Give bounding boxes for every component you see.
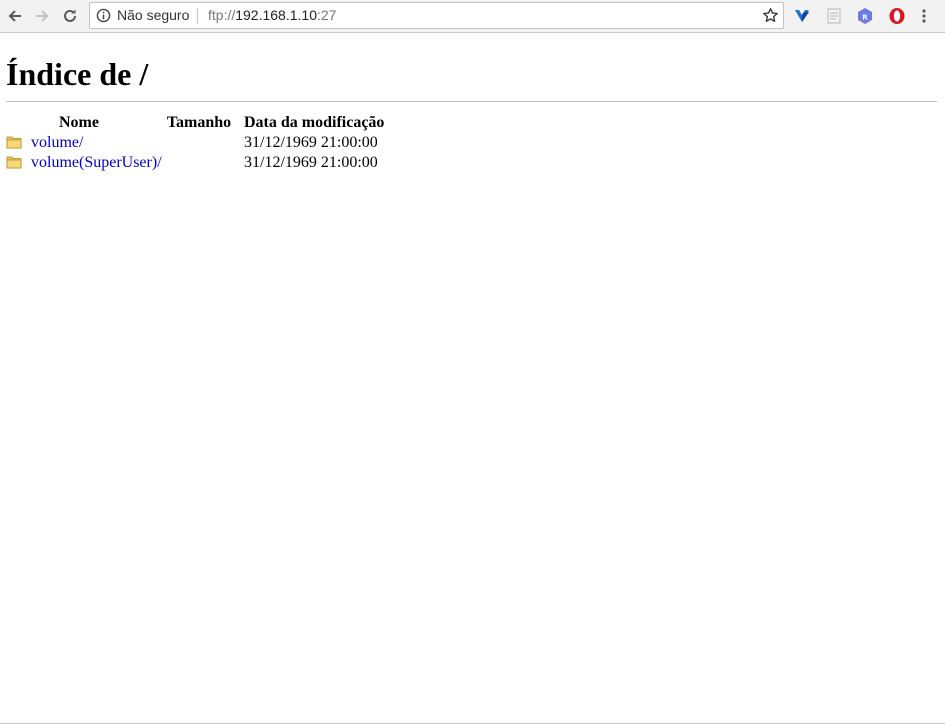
folder-icon [6, 156, 22, 169]
entry-size-cell [162, 133, 244, 153]
entry-date-cell: 31/12/1969 21:00:00 [244, 134, 378, 151]
page-title: Índice de / [6, 56, 149, 92]
entry-name-cell: volume/ [4, 133, 162, 153]
directory-listing: Nome Tamanho Data da modificação volume/… [4, 113, 392, 173]
back-arrow-icon [8, 10, 21, 22]
hexagon-r-extension-icon: R [858, 8, 872, 24]
browser-toolbar: Não seguro ftp://192.168.1.10:27 R [0, 0, 945, 33]
info-icon[interactable] [96, 8, 111, 23]
url-port: :27 [316, 7, 337, 23]
entry-date-cell: 31/12/1969 21:00:00 [244, 154, 378, 171]
url-scheme: ftp:// [208, 7, 236, 23]
column-header-date[interactable]: Data da modificação [244, 113, 392, 133]
column-header-size[interactable]: Tamanho [162, 113, 244, 133]
address-separator [197, 8, 198, 24]
listing-header-row: Nome Tamanho Data da modificação [4, 113, 392, 133]
svg-text:R: R [862, 13, 868, 21]
entry-link[interactable]: volume(SuperUser)/ [31, 154, 162, 171]
star-icon[interactable] [762, 7, 779, 24]
security-label[interactable]: Não seguro [117, 7, 189, 23]
more-vertical-icon [922, 9, 926, 23]
vpn-extension-icon [795, 10, 809, 22]
url-host: 192.168.1.10 [235, 7, 317, 23]
entry-size-cell [162, 153, 244, 173]
browser-menu-button[interactable] [917, 6, 931, 26]
hexagon-r-extension-button[interactable]: R [855, 6, 875, 26]
url-text[interactable]: ftp://192.168.1.10:27 [208, 7, 336, 23]
forward-button[interactable] [31, 5, 53, 27]
title-divider [6, 101, 937, 102]
column-header-name[interactable]: Nome [4, 113, 162, 133]
folder-icon [6, 136, 22, 149]
table-row: volume/ 31/12/1969 21:00:00 [4, 133, 392, 153]
back-button[interactable] [4, 5, 26, 27]
opera-extension-icon [889, 8, 905, 24]
forward-arrow-icon [36, 10, 49, 22]
entry-name-cell: volume(SuperUser)/ [4, 153, 162, 173]
document-extension-icon [827, 8, 841, 24]
reload-icon [64, 9, 76, 22]
table-row: volume(SuperUser)/ 31/12/1969 21:00:00 [4, 153, 392, 173]
document-extension-button[interactable] [824, 6, 844, 26]
address-bar[interactable]: Não seguro ftp://192.168.1.10:27 [89, 2, 784, 29]
reload-button[interactable] [59, 5, 81, 27]
opera-extension-button[interactable] [887, 6, 907, 26]
vpn-extension-button[interactable] [792, 6, 812, 26]
entry-link[interactable]: volume/ [31, 134, 83, 151]
